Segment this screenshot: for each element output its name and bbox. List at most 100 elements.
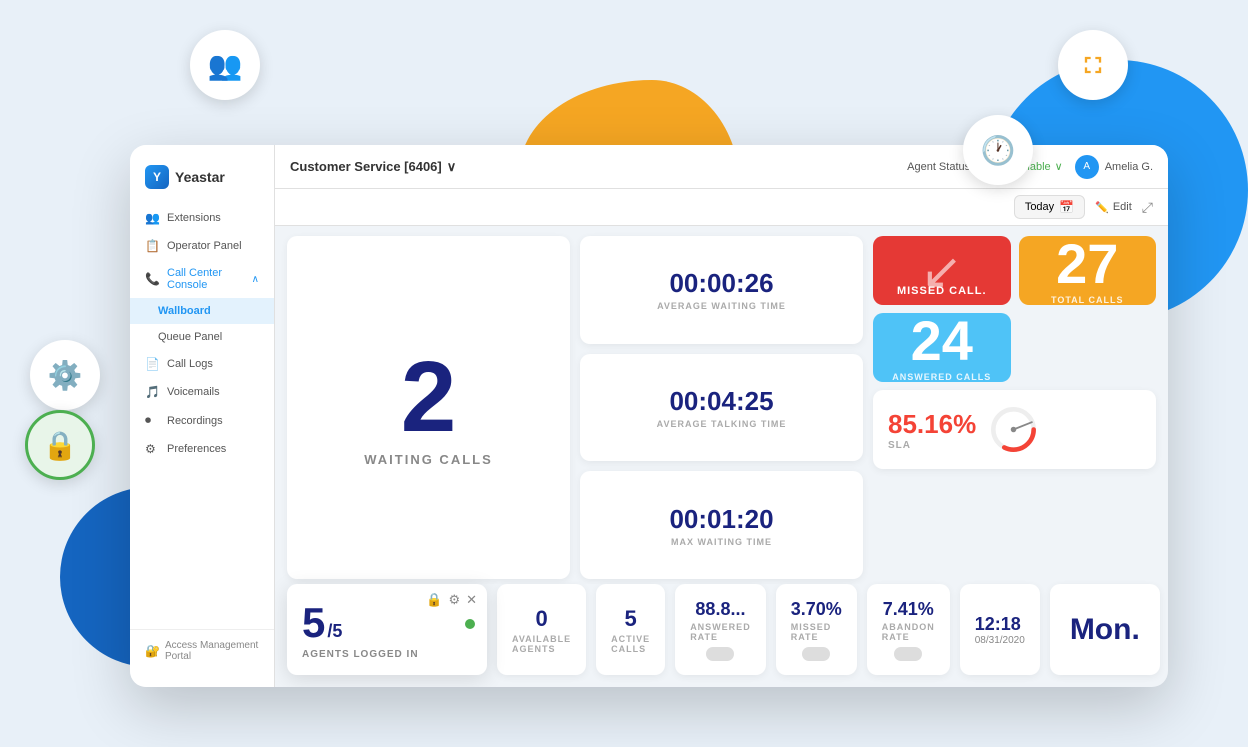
abandon-rate-card: 7.41% ABANDON RATE xyxy=(867,584,950,675)
extensions-icon: 👥 xyxy=(145,211,159,225)
max-waiting-time-value: 00:01:20 xyxy=(669,504,773,535)
fullscreen-button[interactable]: ⤢ xyxy=(1142,199,1153,216)
sidebar-item-wallboard[interactable]: Wallboard xyxy=(130,298,274,324)
available-agents-label: AVAILABLE AGENTS xyxy=(512,634,571,654)
agents-logged-in-card: 🔒 ⚙ ✕ 5 /5 AGENTS LOGGED IN xyxy=(287,584,487,675)
active-calls-label: ACTIVE CALLS xyxy=(611,634,650,654)
sidebar-item-voicemails[interactable]: 🎵 Voicemails xyxy=(130,378,274,406)
avg-talking-time-card: 00:04:25 AVERAGE TALKING TIME xyxy=(580,354,863,462)
logo-icon: Y xyxy=(145,165,169,189)
total-calls-value: 27 xyxy=(1056,236,1118,292)
dashboard-area: 2 WAITING CALLS 00:00:26 AVERAGE WAITING… xyxy=(275,226,1168,687)
missed-rate-label: MISSED RATE xyxy=(791,622,842,642)
logo-text: Yeastar xyxy=(175,169,225,185)
answered-rate-card: 88.8... ANSWERED RATE xyxy=(675,584,766,675)
expand-icon xyxy=(1058,30,1128,100)
sidebar-item-recordings[interactable]: ⏺ Recordings xyxy=(130,406,274,435)
sidebar-item-call-center-console[interactable]: 📞 Call Center Console ∧ xyxy=(130,260,274,298)
avg-talking-time-label: AVERAGE TALKING TIME xyxy=(657,419,787,429)
missed-rate-value: 3.70% xyxy=(791,599,842,620)
missed-call-card: ↙ MISSED CALL. xyxy=(873,236,1011,305)
abandon-rate-label: ABANDON RATE xyxy=(882,622,935,642)
sla-value: 85.16% xyxy=(888,409,976,440)
agents-logged-value: 5 xyxy=(302,599,325,647)
edit-button[interactable]: ✏️ Edit xyxy=(1095,201,1132,214)
calendar-icon: 📅 xyxy=(1059,200,1074,214)
edit-icon: ✏️ xyxy=(1095,201,1109,214)
sidebar-item-preferences[interactable]: ⚙ Preferences xyxy=(130,435,274,463)
avatar: A xyxy=(1075,155,1099,179)
missed-call-label: MISSED CALL. xyxy=(897,285,987,297)
logo: Y Yeastar xyxy=(130,160,274,204)
avg-waiting-time-label: AVERAGE WAITING TIME xyxy=(657,301,786,311)
max-waiting-time-label: MAX WAITING TIME xyxy=(671,537,772,547)
answered-rate-value: 88.8... xyxy=(695,599,745,620)
waiting-calls-label: WAITING CALLS xyxy=(364,452,493,467)
waiting-calls-card: 2 WAITING CALLS xyxy=(287,236,570,579)
waiting-calls-value: 2 xyxy=(401,347,457,447)
abandon-rate-value: 7.41% xyxy=(883,599,934,620)
answered-calls-card: 24 ANSWERED CALLS xyxy=(873,313,1011,382)
right-stats-grid: ↙ MISSED CALL. 27 TOTAL CALLS 24 ANSWERE… xyxy=(873,236,1156,461)
sla-label: SLA xyxy=(888,440,976,451)
max-waiting-time-card: 00:01:20 MAX WAITING TIME xyxy=(580,471,863,579)
agents-denom: /5 xyxy=(327,621,342,642)
missed-rate-toggle[interactable] xyxy=(802,647,830,661)
sidebar: Y Yeastar 👥 Extensions 📋 Operator Panel … xyxy=(130,145,275,687)
lock-icon: 🔒 xyxy=(25,410,95,480)
preferences-icon: ⚙ xyxy=(145,442,159,456)
answered-rate-label: ANSWERED RATE xyxy=(690,622,751,642)
answered-calls-label: ANSWERED CALLS xyxy=(892,372,991,382)
access-portal-icon: 🔐 xyxy=(145,644,160,658)
total-calls-card: 27 TOTAL CALLS xyxy=(1019,236,1157,305)
sla-gauge xyxy=(986,402,1041,457)
day-card: Mon. xyxy=(1050,584,1160,675)
header-bar: Customer Service [6406] ∨ Agent Status ∨… xyxy=(275,145,1168,189)
voicemails-icon: 🎵 xyxy=(145,385,159,399)
access-portal[interactable]: 🔐 Access Management Portal xyxy=(130,629,274,672)
lock-small-icon: 🔒 xyxy=(426,592,442,608)
avg-talking-time-value: 00:04:25 xyxy=(669,386,773,417)
current-day: Mon. xyxy=(1070,613,1140,647)
recordings-icon: ⏺ xyxy=(145,413,159,428)
agents-online-indicator xyxy=(465,619,475,629)
datetime-card: 12:18 08/31/2020 xyxy=(960,584,1040,675)
queue-dropdown-icon: ∨ xyxy=(447,159,457,175)
agents-logged-label: AGENTS LOGGED IN xyxy=(302,649,472,660)
call-center-icon: 📞 xyxy=(145,272,159,286)
sidebar-item-extensions[interactable]: 👥 Extensions xyxy=(130,204,274,232)
toolbar: Today 📅 ✏️ Edit ⤢ xyxy=(275,189,1168,226)
close-icon[interactable]: ✕ xyxy=(466,592,477,608)
date-filter[interactable]: Today 📅 xyxy=(1014,195,1085,219)
current-time: 12:18 xyxy=(975,614,1021,635)
sidebar-item-operator-panel[interactable]: 📋 Operator Panel xyxy=(130,232,274,260)
gear-small-icon: ⚙ xyxy=(448,592,460,608)
popup-icons: 🔒 ⚙ ✕ xyxy=(426,592,477,608)
main-window: Y Yeastar 👥 Extensions 📋 Operator Panel … xyxy=(130,145,1168,687)
abandon-rate-toggle[interactable] xyxy=(894,647,922,661)
answered-calls-value: 24 xyxy=(911,313,973,369)
expand-arrow-icon: ∧ xyxy=(252,274,259,285)
avg-waiting-time-value: 00:00:26 xyxy=(669,268,773,299)
team-icon: 👥 xyxy=(190,30,260,100)
main-grid: 2 WAITING CALLS 00:00:26 AVERAGE WAITING… xyxy=(275,226,1168,584)
operator-panel-icon: 📋 xyxy=(145,239,159,253)
gear-icon: ⚙️ xyxy=(30,340,100,410)
available-chevron-icon: ∨ xyxy=(1055,160,1063,173)
clock-icon: 🕐 xyxy=(963,115,1033,185)
sidebar-item-queue-panel[interactable]: Queue Panel xyxy=(130,324,274,350)
sidebar-item-call-logs[interactable]: 📄 Call Logs xyxy=(130,350,274,378)
avg-waiting-time-card: 00:00:26 AVERAGE WAITING TIME xyxy=(580,236,863,344)
total-calls-label: TOTAL CALLS xyxy=(1051,295,1124,305)
bottom-row: 🔒 ⚙ ✕ 5 /5 AGENTS LOGGED IN 0 AVAILABLE … xyxy=(275,584,1168,687)
active-calls-card: 5 ACTIVE CALLS xyxy=(596,584,665,675)
active-calls-value: 5 xyxy=(625,606,637,632)
call-logs-icon: 📄 xyxy=(145,357,159,371)
available-agents-card: 0 AVAILABLE AGENTS xyxy=(497,584,586,675)
current-date: 08/31/2020 xyxy=(975,635,1025,646)
queue-selector[interactable]: Customer Service [6406] ∨ xyxy=(290,159,456,175)
answered-rate-toggle[interactable] xyxy=(706,647,734,661)
user-info[interactable]: A Amelia G. xyxy=(1075,155,1153,179)
main-content: Customer Service [6406] ∨ Agent Status ∨… xyxy=(275,145,1168,687)
available-agents-value: 0 xyxy=(535,606,547,632)
